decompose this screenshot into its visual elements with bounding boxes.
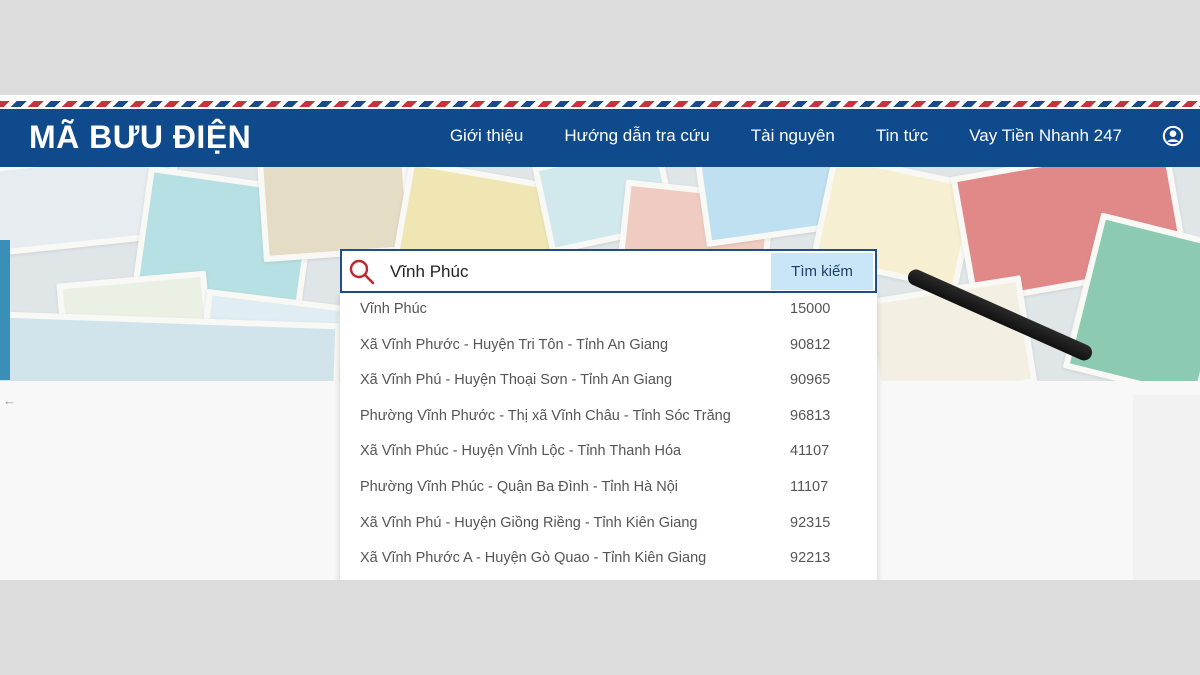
nav-vay-tien[interactable]: Vay Tiền Nhanh 247 [969, 125, 1122, 147]
result-postcode: 15000 [790, 301, 831, 317]
result-postcode: 96813 [790, 407, 831, 424]
search-box: Tìm kiếm [340, 249, 877, 293]
airmail-stripe [0, 95, 1200, 109]
result-address: Phường Vĩnh Phúc - Quận Ba Đình - Tỉnh H… [360, 478, 678, 495]
search-results-dropdown: Vĩnh Phúc 15000 Xã Vĩnh Phước - Huyện Tr… [340, 293, 877, 580]
search-icon [349, 259, 375, 285]
user-circle-icon[interactable] [1162, 125, 1184, 147]
main-nav: Giới thiệu Hướng dẫn tra cứu Tài nguyên … [409, 125, 1122, 147]
search-button[interactable]: Tìm kiếm [771, 253, 873, 290]
result-address: Phường Vĩnh Phước - Thị xã Vĩnh Châu - T… [360, 407, 731, 424]
list-item[interactable]: Xã Vĩnh Phúc - Huyện Vĩnh Lộc - Tỉnh Tha… [340, 435, 877, 471]
result-postcode: 90965 [790, 372, 831, 389]
result-postcode: 92315 [790, 514, 831, 531]
nav-tin-tuc[interactable]: Tin tức [876, 125, 928, 147]
result-address: Xã Vĩnh Phú - Huyện Giồng Riềng - Tỉnh K… [360, 514, 698, 531]
nav-huong-dan[interactable]: Hướng dẫn tra cứu [564, 125, 709, 147]
list-item[interactable]: Xã Vĩnh Phú - Huyện Thoại Sơn - Tỉnh An … [340, 364, 877, 400]
list-item[interactable]: Xã Vĩnh Phước - Huyện Tri Tôn - Tỉnh An … [340, 329, 877, 365]
result-address: Vĩnh Phúc [360, 301, 427, 317]
result-address: Xã Vĩnh Phú - Huyện Thoại Sơn - Tỉnh An … [360, 372, 673, 389]
nav-tai-nguyen[interactable]: Tài nguyên [751, 125, 835, 147]
list-item[interactable]: Xã Vĩnh Phước A - Huyện Gò Quao - Tỉnh K… [340, 542, 877, 578]
result-postcode: 11107 [790, 478, 829, 495]
page-frame: MÃ BƯU ĐIỆN Giới thiệu Hướng dẫn tra cứu… [0, 95, 1200, 580]
list-item[interactable]: Phường Vĩnh Phước - Thị xã Vĩnh Châu - T… [340, 400, 877, 436]
nav-gioi-thieu[interactable]: Giới thiệu [450, 125, 524, 147]
site-logo[interactable]: MÃ BƯU ĐIỆN [29, 119, 251, 155]
result-address: Xã Vĩnh Phước A - Huyện Gò Quao - Tỉnh K… [360, 550, 707, 567]
list-item[interactable]: Xã Vĩnh Phú - Huyện Giồng Riềng - Tỉnh K… [340, 507, 877, 543]
back-arrow-icon[interactable]: ← [3, 393, 16, 408]
result-address: Xã Vĩnh Phước - Huyện Tri Tôn - Tỉnh An … [360, 336, 669, 353]
result-postcode: 92213 [790, 550, 831, 567]
search-input[interactable] [390, 259, 770, 285]
result-postcode: 41107 [790, 443, 830, 460]
navbar: MÃ BƯU ĐIỆN Giới thiệu Hướng dẫn tra cứu… [0, 109, 1200, 167]
result-postcode: 90812 [790, 336, 831, 353]
result-address: Xã Vĩnh Phúc - Huyện Vĩnh Lộc - Tỉnh Tha… [360, 443, 682, 460]
list-item[interactable]: Vĩnh Phúc 15000 [340, 293, 877, 329]
list-item[interactable]: Phường Vĩnh Phúc - Quận Ba Đình - Tỉnh H… [340, 471, 877, 507]
